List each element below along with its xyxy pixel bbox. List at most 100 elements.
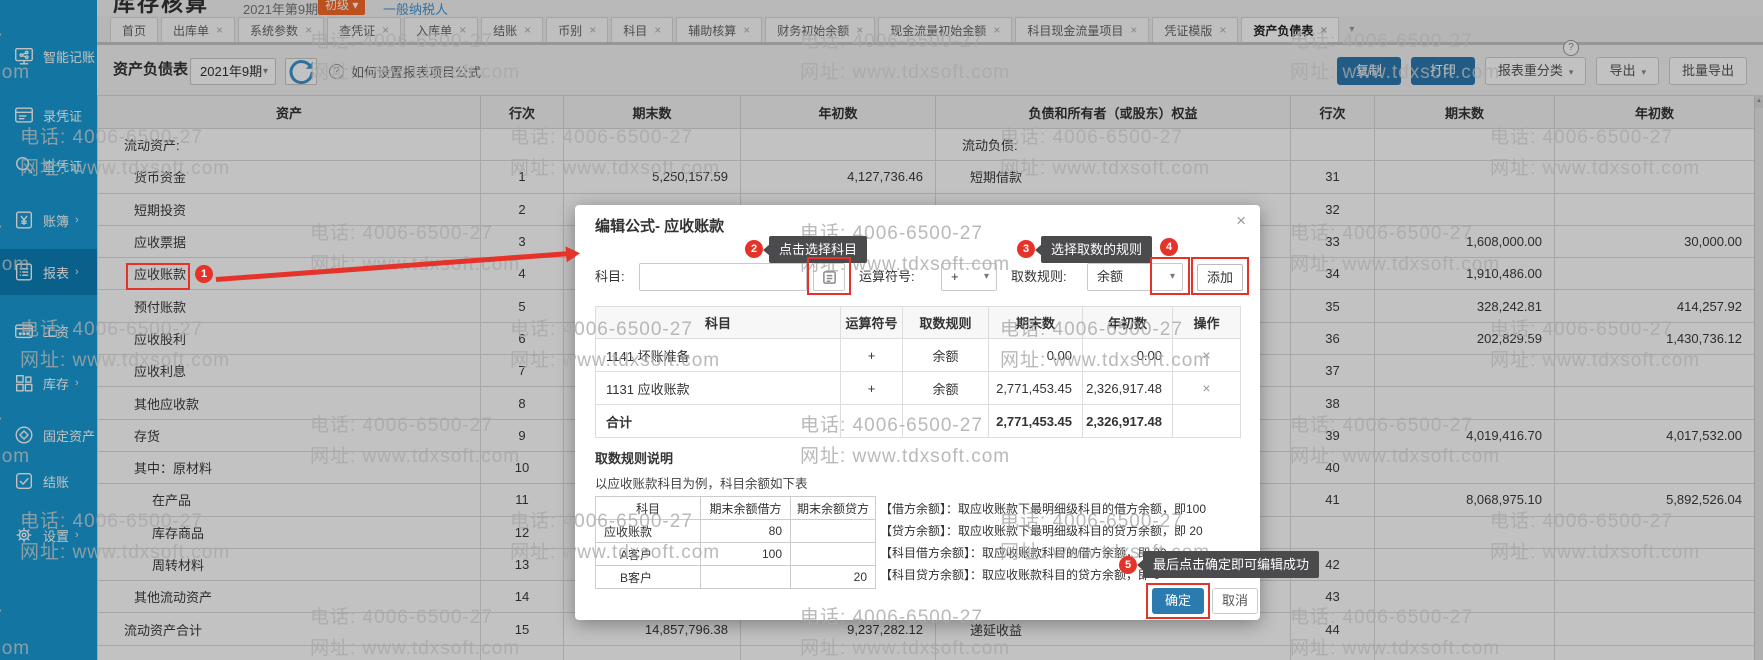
liability-begin-cell[interactable] [1555,387,1755,419]
asset-label-cell[interactable]: 在产品 [98,484,481,516]
refresh-button[interactable] [285,58,317,85]
liability-begin-cell[interactable] [1555,548,1755,580]
liability-begin-cell[interactable]: 30,000.00 [1555,225,1755,257]
liability-begin-cell[interactable] [1555,451,1755,483]
grade-badge[interactable]: 初级 ▾ [318,0,365,15]
asset-begin-cell[interactable] [741,645,936,660]
close-icon[interactable]: × [305,24,312,36]
liability-end-cell[interactable] [1375,451,1555,483]
liability-end-cell[interactable] [1375,129,1555,161]
liability-end-cell[interactable] [1375,161,1555,193]
liability-end-cell[interactable] [1375,355,1555,387]
close-icon[interactable]: × [524,24,531,36]
cancel-button[interactable]: 取消 [1212,588,1258,614]
tab-10[interactable]: 现金流量初始金额× [878,17,1012,42]
liability-end-cell[interactable] [1375,387,1555,419]
liability-begin-cell[interactable]: 4,017,532.00 [1555,419,1755,451]
subject-picker-button[interactable] [813,263,845,291]
sidebar-item-report[interactable]: 报表› [0,249,97,295]
liability-end-cell[interactable]: 4,019,416.70 [1375,419,1555,451]
asset-label-cell[interactable]: 预付账款 [98,290,481,322]
liability-end-cell[interactable] [1375,645,1555,660]
tab-2[interactable]: 系统参数× [238,17,324,42]
close-icon[interactable]: × [743,24,750,36]
sidebar-item-salary[interactable]: 工资 [0,311,97,351]
batch-export-button[interactable]: 批量导出 [1669,57,1747,85]
copy-button[interactable]: 复制 [1337,57,1401,85]
tab-6[interactable]: 币别× [546,17,608,42]
close-icon[interactable]: × [1320,24,1327,36]
sidebar-item-smart-accounting[interactable]: 智能记账 [0,36,97,76]
liability-end-cell[interactable]: 328,242.81 [1375,290,1555,322]
close-icon[interactable]: × [382,24,389,36]
liability-begin-cell[interactable] [1555,645,1755,660]
liability-begin-cell[interactable]: 5,892,526.04 [1555,484,1755,516]
liability-begin-cell[interactable] [1555,355,1755,387]
sidebar-item-inventory[interactable]: 库存› [0,363,97,403]
print-button[interactable]: 打印 [1411,57,1475,85]
tab-3[interactable]: 查凭证× [327,17,401,42]
asset-label-cell[interactable]: 周转材料 [98,548,481,580]
tab-8[interactable]: 辅助核算× [676,17,762,42]
formula-help-link[interactable]: 如何设置报表项目公式 [351,62,481,81]
liability-end-cell[interactable] [1375,193,1555,225]
asset-label-cell[interactable]: 流动资产合计 [98,613,481,645]
export-button[interactable]: 导出▾ [1596,57,1659,85]
period-select[interactable]: 2021年9期 ▾ [190,58,276,85]
liability-begin-cell[interactable] [1555,129,1755,161]
sidebar-item-settings[interactable]: 设置› [0,515,97,555]
asset-begin-cell[interactable]: 4,127,736.46 [741,161,936,193]
scroll-up-icon[interactable]: ▲ [1755,95,1763,108]
liability-end-cell[interactable] [1375,548,1555,580]
asset-label-cell[interactable]: 货币资金 [98,161,481,193]
reclassify-button[interactable]: 报表重分类▾ [1485,57,1587,85]
operator-select[interactable]: +▾ [941,263,997,291]
tab-13[interactable]: 资产负债表× [1241,17,1339,42]
asset-end-cell[interactable] [564,645,741,660]
close-icon[interactable]: × [993,24,1000,36]
liability-begin-cell[interactable] [1555,613,1755,645]
tab-9[interactable]: 财务初始余额× [765,17,875,42]
liability-end-cell[interactable]: 1,608,000.00 [1375,225,1555,257]
asset-label-cell[interactable]: 短期投资 [98,193,481,225]
close-icon[interactable]: × [589,24,596,36]
asset-begin-cell[interactable] [741,129,936,161]
sidebar-item-fixed-assets[interactable]: 固定资产 [0,415,97,455]
asset-label-cell[interactable]: 流动资产: [98,129,481,161]
tab-11[interactable]: 科目现金流量项目× [1015,17,1149,42]
rule-select[interactable]: 余额▾ [1087,263,1183,291]
tab-0[interactable]: 首页 [110,17,158,42]
asset-label-cell[interactable]: 其中：原材料 [98,451,481,483]
sidebar-item-voucher-entry[interactable]: 录凭证 [0,95,97,135]
close-icon[interactable]: × [856,24,863,36]
close-icon[interactable]: × [1219,24,1226,36]
tab-5[interactable]: 结账× [481,17,543,42]
tab-more-caret-icon[interactable]: ▾ [1342,17,1361,42]
tab-12[interactable]: 凭证模版× [1152,17,1238,42]
liability-end-cell[interactable]: 1,910,486.00 [1375,258,1555,290]
liability-begin-cell[interactable] [1555,161,1755,193]
liability-label-cell[interactable]: 流动负债: [936,129,1291,161]
liability-end-cell[interactable] [1375,613,1555,645]
liability-begin-cell[interactable] [1555,581,1755,613]
liability-end-cell[interactable]: 202,829.59 [1375,322,1555,354]
asset-label-cell[interactable]: 其他应收款 [98,387,481,419]
tab-7[interactable]: 科目× [611,17,673,42]
sidebar-item-ledger[interactable]: 账簿› [0,200,97,240]
asset-end-cell[interactable] [564,129,741,161]
liability-label-cell[interactable] [936,645,1291,660]
asset-label-cell[interactable]: 应收票据 [98,225,481,257]
liability-begin-cell[interactable] [1555,516,1755,548]
tab-1[interactable]: 出库单× [161,17,235,42]
taxpayer-type-link[interactable]: 一般纳税人 [383,0,448,16]
sidebar-item-voucher-search[interactable]: 查凭证 [0,145,97,185]
asset-label-cell[interactable]: 其他流动资产 [98,581,481,613]
liability-begin-cell[interactable] [1555,258,1755,290]
tab-4[interactable]: 入库单× [404,17,478,42]
close-icon[interactable]: × [459,24,466,36]
liability-end-cell[interactable] [1375,516,1555,548]
sidebar-item-closing[interactable]: 结账 [0,461,97,501]
liability-label-cell[interactable]: 短期借款 [936,161,1291,193]
delete-icon[interactable]: × [1202,347,1210,363]
liability-end-cell[interactable] [1375,581,1555,613]
